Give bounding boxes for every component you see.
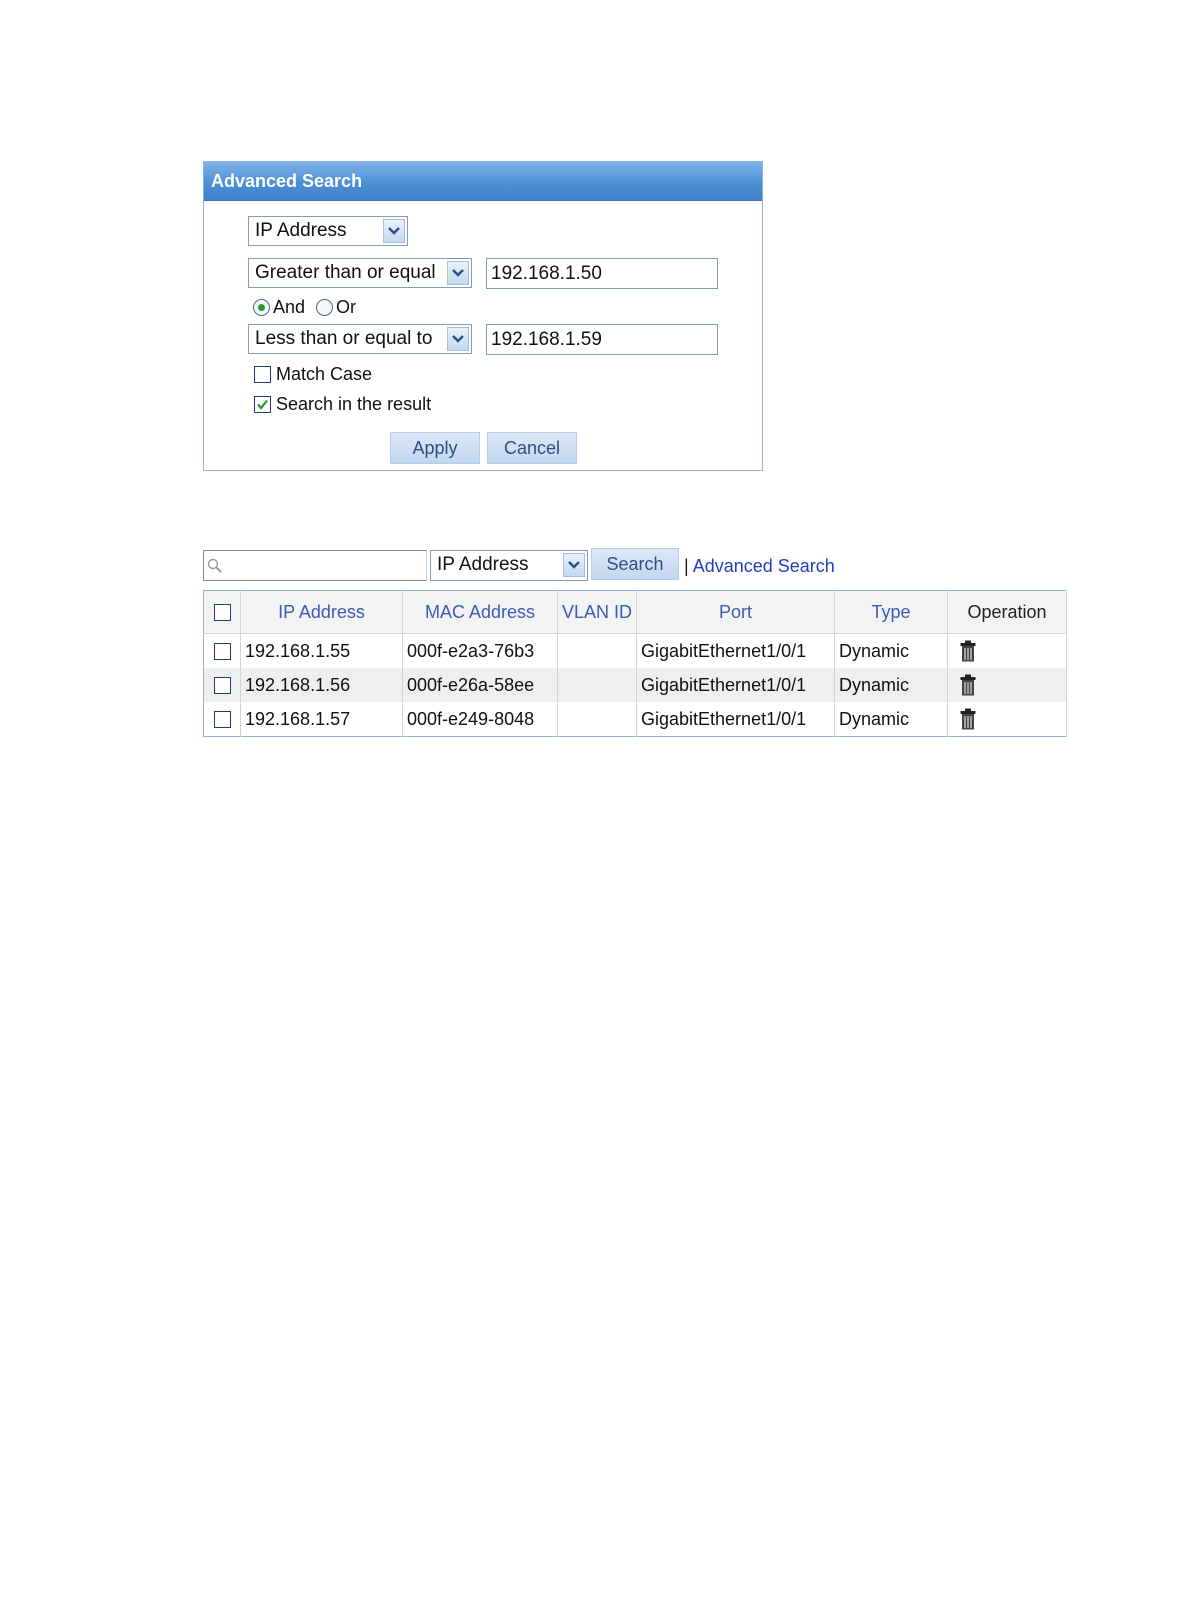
column-header-type[interactable]: Type <box>834 590 948 634</box>
search-button[interactable]: Search <box>591 548 679 580</box>
select-all-cell <box>203 590 241 634</box>
condition2-value-input[interactable]: 192.168.1.59 <box>486 324 718 355</box>
vlan-cell <box>557 633 637 668</box>
vlan-cell <box>557 702 637 737</box>
port-cell: GigabitEthernet1/0/1 <box>636 702 835 737</box>
row-select-cell <box>203 633 241 668</box>
match-case-row: Match Case <box>254 363 372 387</box>
column-header-operation: Operation <box>947 590 1067 634</box>
search-input[interactable] <box>203 550 427 581</box>
table-row: 192.168.1.55 000f-e2a3-76b3 GigabitEther… <box>203 633 1067 668</box>
row-checkbox[interactable] <box>213 677 231 695</box>
search-field-value: IP Address <box>437 554 529 575</box>
page: Advanced Search IP Address Greater than … <box>0 0 1190 1616</box>
condition1-operator-select[interactable]: Greater than or equal <box>248 258 472 288</box>
type-cell: Dynamic <box>834 633 948 668</box>
row-select-cell <box>203 668 241 702</box>
table-row: 192.168.1.57 000f-e249-8048 GigabitEther… <box>203 702 1067 737</box>
chevron-down-icon[interactable] <box>383 219 405 243</box>
trash-icon[interactable] <box>960 640 976 662</box>
condition2-operator-value: Less than or equal to <box>255 328 433 349</box>
row-checkbox[interactable] <box>213 643 231 661</box>
ip-cell: 192.168.1.57 <box>240 702 403 737</box>
or-radio[interactable] <box>316 298 334 316</box>
mac-cell: 000f-e2a3-76b3 <box>402 633 558 668</box>
table-header-row: IP Address MAC Address VLAN ID Port Type… <box>203 590 1067 634</box>
select-all-checkbox[interactable] <box>213 604 231 622</box>
operation-cell <box>947 668 1067 702</box>
row-select-cell <box>203 702 241 737</box>
field-select-value: IP Address <box>255 220 347 241</box>
condition1-value-input[interactable]: 192.168.1.50 <box>486 258 718 289</box>
ip-cell: 192.168.1.56 <box>240 668 403 702</box>
trash-icon[interactable] <box>960 674 976 696</box>
cancel-button[interactable]: Cancel <box>487 432 577 464</box>
search-field-select[interactable]: IP Address <box>430 550 588 581</box>
ip-cell: 192.168.1.55 <box>240 633 403 668</box>
trash-icon[interactable] <box>960 708 976 730</box>
apply-button[interactable]: Apply <box>390 432 480 464</box>
column-header-mac[interactable]: MAC Address <box>402 590 558 634</box>
magnifier-icon <box>207 558 222 573</box>
column-header-ip[interactable]: IP Address <box>240 590 403 634</box>
operation-cell <box>947 633 1067 668</box>
search-in-result-label: Search in the result <box>276 393 432 414</box>
dialog-title: Advanced Search <box>204 162 762 201</box>
field-select[interactable]: IP Address <box>248 216 408 246</box>
advanced-search-link-wrap: | Advanced Search <box>684 556 835 577</box>
column-header-vlan[interactable]: VLAN ID <box>557 590 637 634</box>
and-radio[interactable] <box>253 298 270 316</box>
search-in-result-row: Search in the result <box>254 393 431 417</box>
row-checkbox[interactable] <box>213 711 231 729</box>
chevron-down-icon[interactable] <box>563 553 585 577</box>
operation-cell <box>947 702 1067 737</box>
mac-cell: 000f-e249-8048 <box>402 702 558 737</box>
logic-radio-group: And Or <box>253 296 362 320</box>
search-in-result-checkbox[interactable] <box>254 395 271 413</box>
column-header-port[interactable]: Port <box>636 590 835 634</box>
link-separator: | <box>684 556 689 576</box>
match-case-checkbox[interactable] <box>254 365 271 383</box>
or-label: Or <box>336 296 357 317</box>
chevron-down-icon[interactable] <box>447 327 469 351</box>
condition1-operator-value: Greater than or equal <box>255 262 436 283</box>
checkmark-icon <box>257 399 268 410</box>
vlan-cell <box>557 668 637 702</box>
mac-cell: 000f-e26a-58ee <box>402 668 558 702</box>
condition2-operator-select[interactable]: Less than or equal to <box>248 324 472 354</box>
results-table: IP Address MAC Address VLAN ID Port Type… <box>203 590 1067 737</box>
advanced-search-link[interactable]: Advanced Search <box>693 556 835 576</box>
port-cell: GigabitEthernet1/0/1 <box>636 633 835 668</box>
match-case-label: Match Case <box>276 363 373 384</box>
chevron-down-icon[interactable] <box>447 261 469 285</box>
type-cell: Dynamic <box>834 702 948 737</box>
table-row: 192.168.1.56 000f-e26a-58ee GigabitEther… <box>203 668 1067 702</box>
and-label: And <box>273 296 306 317</box>
port-cell: GigabitEthernet1/0/1 <box>636 668 835 702</box>
type-cell: Dynamic <box>834 668 948 702</box>
